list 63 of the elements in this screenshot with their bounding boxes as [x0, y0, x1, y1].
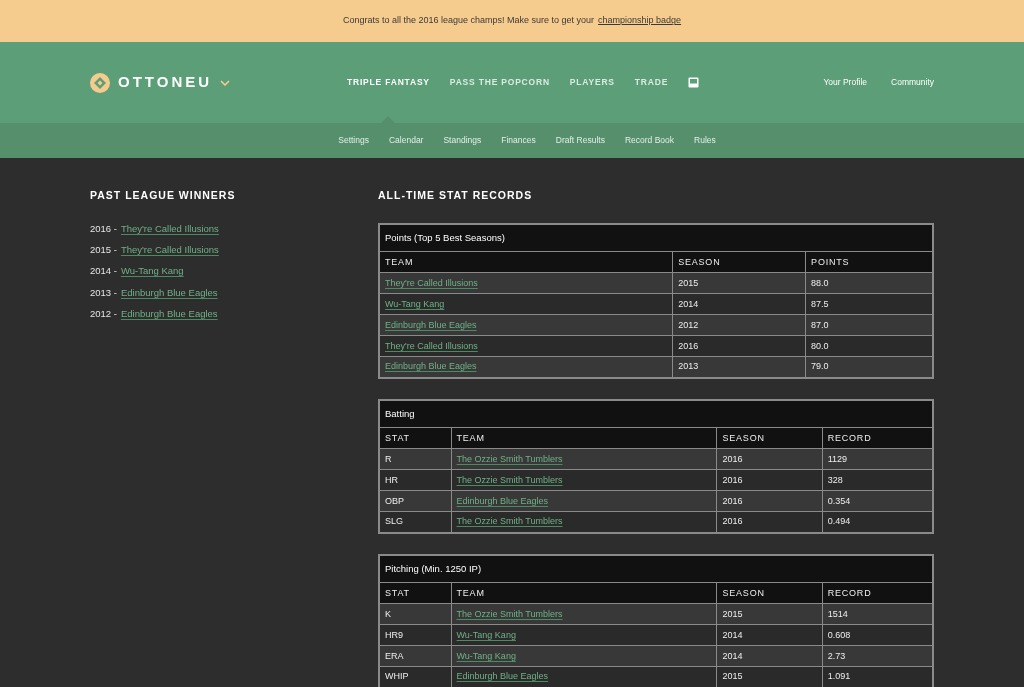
nav-link[interactable]: Community: [891, 76, 934, 89]
section-heading: PAST LEAGUE WINNERS: [90, 188, 237, 203]
column-header: TEAM: [451, 582, 717, 604]
team-link[interactable]: They're Called Illusions: [385, 277, 478, 288]
winner-year: 2012 -: [90, 306, 117, 321]
table-cell: OBP: [379, 490, 451, 512]
table-cell: 2015: [716, 603, 823, 625]
subnav-link[interactable]: Finances: [501, 134, 536, 147]
table-cell: K: [379, 603, 451, 625]
column-header: TEAM: [451, 427, 717, 449]
winner-year: 2013 -: [90, 285, 117, 300]
subnav-link[interactable]: Draft Results: [555, 134, 605, 147]
winner-year: 2015 -: [90, 243, 117, 257]
badge-link[interactable]: championship badge: [598, 14, 682, 28]
nav-tab[interactable]: PASS THE POPCORN: [449, 42, 550, 123]
team-link[interactable]: They're Called Illusions: [120, 221, 219, 236]
winner-year: 2016 -: [90, 221, 117, 236]
table-cell: ERA: [379, 645, 451, 667]
table-cell: 2016: [716, 469, 823, 491]
column-header: STAT: [379, 427, 451, 449]
table-title: Points (Top 5 Best Seasons): [379, 223, 933, 252]
nav-link[interactable]: Your Profile: [823, 76, 867, 89]
subnav-link[interactable]: Rules: [694, 134, 716, 147]
inbox-icon[interactable]: [688, 77, 700, 88]
team-link[interactable]: Edinburgh Blue Eagles: [456, 671, 549, 682]
table-cell: 2016: [672, 335, 806, 357]
table-cell: 2014: [716, 645, 823, 667]
subnav-link[interactable]: Record Book: [624, 134, 675, 147]
team-link[interactable]: Edinburgh Blue Eagles: [385, 361, 477, 372]
team-link[interactable]: Edinburgh Blue Eagles: [120, 285, 218, 300]
winner-year: 2014 -: [90, 264, 117, 279]
table-title: Batting: [379, 399, 933, 428]
column-header: STAT: [379, 582, 451, 604]
table-cell: 2015: [672, 272, 806, 294]
banner-message: Congrats to all the 2016 league champs! Make sure to get your: [342, 14, 595, 28]
table-cell: HR: [379, 469, 451, 491]
nav-tab[interactable]: PLAYERS: [569, 42, 615, 123]
table-cell: 2016: [716, 448, 823, 470]
team-link[interactable]: Wu-Tang Kang: [120, 264, 184, 279]
subnav-link[interactable]: Calendar: [388, 134, 424, 147]
section-heading: ALL-TIME STAT RECORDS: [378, 188, 534, 203]
subnav-link[interactable]: Settings: [338, 134, 369, 147]
nav-tab[interactable]: TRADE: [634, 42, 669, 123]
team-link[interactable]: Wu-Tang Kang: [456, 650, 516, 661]
logo-icon: [90, 72, 110, 93]
team-link[interactable]: Edinburgh Blue Eagles: [385, 319, 477, 330]
column-header: TEAM: [379, 251, 673, 273]
logo-wordmark[interactable]: OTTONEU: [118, 71, 213, 94]
table-cell: 2016: [716, 490, 823, 512]
team-link[interactable]: Wu-Tang Kang: [456, 629, 516, 640]
table-cell: 2014: [716, 624, 823, 646]
team-link[interactable]: They're Called Illusions: [120, 243, 219, 258]
team-link[interactable]: Edinburgh Blue Eagles: [456, 495, 549, 506]
team-link[interactable]: They're Called Illusions: [385, 340, 478, 351]
team-link[interactable]: Wu-Tang Kang: [385, 298, 445, 309]
subnav-link[interactable]: Standings: [443, 134, 482, 147]
team-link[interactable]: Edinburgh Blue Eagles: [120, 306, 218, 321]
chevron-down-icon[interactable]: [220, 79, 231, 86]
table-title: Pitching (Min. 1250 IP): [379, 554, 933, 583]
table-cell: 2012: [672, 314, 806, 336]
table-cell: 2014: [672, 293, 806, 315]
table-cell: HR9: [379, 624, 451, 646]
table-cell: R: [379, 448, 451, 470]
